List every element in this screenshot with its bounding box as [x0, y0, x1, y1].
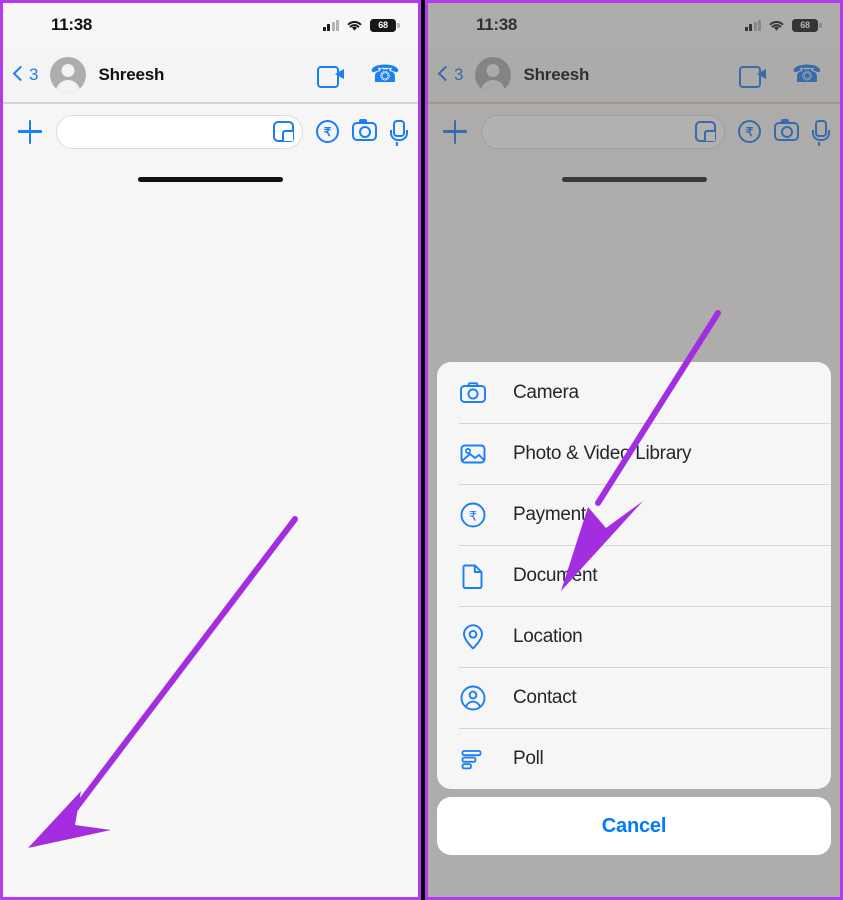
status-bar-left: 11:38 68 [3, 3, 418, 47]
home-indicator-left [3, 159, 418, 199]
battery-indicator: 68 [370, 18, 400, 32]
attach-plus-button[interactable] [17, 119, 43, 145]
header-actions: ☎ [739, 61, 822, 88]
camera-icon[interactable] [774, 119, 799, 141]
sheet-item-payment[interactable]: ₹ Payment [437, 484, 831, 545]
cellular-signal-icon [744, 19, 761, 31]
chevron-left-icon [13, 65, 24, 84]
status-indicators: 68 [322, 18, 400, 32]
contact-name: Shreesh [98, 64, 165, 84]
document-icon [459, 562, 487, 590]
back-button[interactable]: 3 [438, 65, 463, 85]
wifi-icon [769, 20, 784, 31]
chevron-left-icon [438, 65, 449, 84]
unread-count: 3 [29, 64, 39, 84]
sheet-item-label: Payment [513, 503, 586, 525]
back-button[interactable]: 3 [13, 65, 38, 85]
sticker-icon[interactable] [695, 121, 716, 142]
status-time: 11:38 [51, 15, 93, 34]
battery-percent: 68 [800, 20, 810, 30]
location-pin-icon [459, 623, 487, 651]
attachment-action-sheet: Camera Photo & Video Library ₹ Payment D… [437, 362, 831, 855]
cancel-button[interactable]: Cancel [437, 797, 831, 855]
contact-name: Shreesh [523, 64, 590, 84]
chat-header-right: 3 Shreesh ☎ [428, 47, 840, 103]
sheet-item-contact[interactable]: Contact [437, 667, 831, 728]
photo-library-icon [459, 440, 487, 468]
voice-call-icon[interactable]: ☎ [370, 61, 400, 88]
microphone-icon[interactable] [812, 120, 830, 146]
status-indicators: 68 [744, 18, 822, 32]
action-sheet-list: Camera Photo & Video Library ₹ Payment D… [437, 362, 831, 789]
home-indicator-pill[interactable] [138, 176, 283, 182]
sheet-item-label: Document [513, 564, 598, 586]
camera-icon[interactable] [352, 119, 377, 141]
sticker-icon[interactable] [273, 121, 294, 142]
sheet-item-location[interactable]: Location [437, 606, 831, 667]
sheet-item-label: Poll [513, 747, 544, 769]
home-indicator-pill[interactable] [561, 176, 707, 182]
message-input-field[interactable] [56, 114, 303, 149]
chat-header-left: 3 Shreesh ☎ [3, 47, 418, 103]
sheet-item-poll[interactable]: Poll [437, 728, 831, 789]
sheet-item-label: Location [513, 625, 583, 647]
camera-icon [459, 379, 487, 407]
message-text-input[interactable] [71, 123, 273, 140]
comparison-screenshot: 11:38 68 3 Shreesh ☎ ₹ 11:38 68 3 Shrees… [0, 0, 843, 900]
cancel-label: Cancel [601, 814, 667, 837]
contact-avatar[interactable] [50, 56, 87, 93]
microphone-icon[interactable] [390, 120, 408, 146]
contact-avatar[interactable] [475, 56, 512, 93]
rupee-payment-icon[interactable]: ₹ [738, 120, 761, 143]
rupee-payment-icon: ₹ [459, 501, 487, 529]
home-indicator-right [428, 159, 840, 199]
battery-percent: 68 [378, 20, 388, 30]
message-input-bar-right: ₹ [428, 103, 840, 159]
sheet-item-document[interactable]: Document [437, 545, 831, 606]
status-bar-right: 11:38 68 [428, 3, 840, 47]
contact-person-icon [459, 684, 487, 712]
header-actions: ☎ [317, 61, 400, 88]
sheet-item-label: Contact [513, 686, 577, 708]
battery-indicator: 68 [792, 18, 822, 32]
video-call-icon[interactable] [317, 65, 345, 88]
video-call-icon[interactable] [739, 65, 767, 88]
cellular-signal-icon [322, 19, 339, 31]
right-phone-screen: 11:38 68 3 Shreesh ☎ ₹ Camera Photo & Vi… [425, 0, 843, 900]
poll-icon [459, 745, 487, 773]
message-input-bar-left: ₹ [3, 103, 418, 159]
attach-plus-button[interactable] [442, 119, 468, 145]
sheet-item-photo-video-library[interactable]: Photo & Video Library [437, 423, 831, 484]
left-phone-screen: 11:38 68 3 Shreesh ☎ ₹ [0, 0, 421, 900]
message-text-input[interactable] [496, 123, 695, 140]
wifi-icon [347, 20, 362, 31]
message-input-field[interactable] [481, 114, 725, 149]
unread-count: 3 [454, 64, 464, 84]
status-time: 11:38 [476, 15, 518, 34]
svg-text:₹: ₹ [469, 508, 477, 523]
sheet-item-label: Photo & Video Library [513, 442, 692, 464]
sheet-item-camera[interactable]: Camera [437, 362, 831, 423]
voice-call-icon[interactable]: ☎ [792, 61, 822, 88]
sheet-item-label: Camera [513, 381, 579, 403]
rupee-payment-icon[interactable]: ₹ [316, 120, 339, 143]
